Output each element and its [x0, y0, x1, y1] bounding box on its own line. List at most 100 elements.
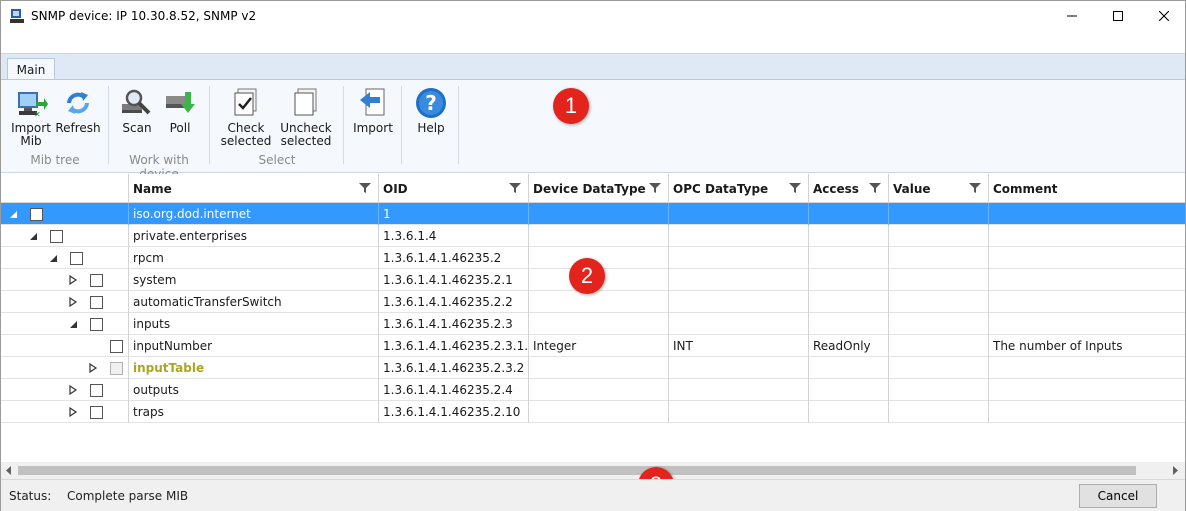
opc-datatype-cell — [669, 379, 809, 401]
header-name[interactable]: Name — [129, 174, 379, 203]
expanded-triangle-icon[interactable] — [68, 319, 78, 329]
row-checkbox[interactable] — [90, 318, 103, 331]
refresh-icon — [67, 92, 89, 114]
header-oid[interactable]: OID — [379, 174, 529, 203]
check-selected-button[interactable]: Check selected — [219, 86, 273, 148]
scroll-left-icon[interactable] — [5, 466, 13, 475]
filter-icon[interactable] — [869, 182, 881, 194]
row-checkbox[interactable] — [50, 230, 63, 243]
value-cell — [889, 335, 989, 357]
header-oid-label: OID — [383, 181, 408, 196]
row-checkbox[interactable] — [90, 384, 103, 397]
row-checkbox[interactable] — [30, 208, 43, 221]
filter-icon[interactable] — [649, 182, 661, 194]
group-separator — [209, 86, 210, 164]
name-cell: inputs — [129, 313, 379, 335]
grid-header: Name OID Device DataType OPC DataType Ac… — [1, 174, 1185, 203]
row-checkbox[interactable] — [90, 274, 103, 287]
import-label: Import — [353, 121, 393, 135]
collapsed-triangle-icon[interactable] — [68, 297, 78, 307]
tree-cell — [1, 247, 129, 269]
minimize-button[interactable] — [1049, 1, 1095, 31]
access-cell — [809, 379, 889, 401]
oid-cell: 1.3.6.1.4.1.46235.2.1 — [379, 269, 529, 291]
filter-icon[interactable] — [509, 182, 521, 194]
table-row[interactable]: outputs 1.3.6.1.4.1.46235.2.4 — [1, 379, 1185, 401]
table-row[interactable]: inputNumber 1.3.6.1.4.1.46235.2.3.1.0 In… — [1, 335, 1185, 357]
row-checkbox[interactable] — [90, 296, 103, 309]
device-datatype-cell — [529, 203, 669, 225]
tab-main[interactable]: Main — [7, 58, 55, 80]
help-icon: ? — [416, 88, 446, 118]
name-cell: traps — [129, 401, 379, 423]
uncheck-selected-button[interactable]: Uncheck selected — [277, 86, 335, 148]
comment-cell — [989, 379, 1185, 401]
header-access[interactable]: Access — [809, 174, 889, 203]
row-checkbox[interactable] — [110, 340, 123, 353]
poll-icon — [166, 92, 195, 113]
import-mib-label-2: Mib — [20, 134, 42, 148]
header-opc-datatype[interactable]: OPC DataType — [669, 174, 809, 203]
table-row[interactable]: inputTable 1.3.6.1.4.1.46235.2.3.2 — [1, 357, 1185, 379]
row-checkbox[interactable] — [110, 362, 123, 375]
table-row[interactable]: traps 1.3.6.1.4.1.46235.2.10 — [1, 401, 1185, 423]
table-row[interactable]: inputs 1.3.6.1.4.1.46235.2.3 — [1, 313, 1185, 335]
device-datatype-cell — [529, 379, 669, 401]
expanded-triangle-icon[interactable] — [48, 253, 58, 263]
expanded-triangle-icon[interactable] — [28, 231, 38, 241]
comment-cell — [989, 225, 1185, 247]
horizontal-scrollbar[interactable] — [1, 462, 1185, 479]
value-cell — [889, 291, 989, 313]
help-button[interactable]: ? Help — [409, 86, 453, 135]
mib-tree-grid[interactable]: Name OID Device DataType OPC DataType Ac… — [1, 174, 1185, 462]
collapsed-triangle-icon[interactable] — [68, 275, 78, 285]
annotation-badge-2: 2 — [569, 258, 605, 294]
row-checkbox[interactable] — [90, 406, 103, 419]
access-cell — [809, 247, 889, 269]
close-button[interactable] — [1141, 1, 1186, 31]
header-value[interactable]: Value — [889, 174, 989, 203]
value-cell — [889, 357, 989, 379]
snmp-device-window: SNMP device: IP 10.30.8.52, SNMP v2 Main — [0, 0, 1186, 511]
filter-icon[interactable] — [969, 182, 981, 194]
name-cell: inputNumber — [129, 335, 379, 357]
filter-icon[interactable] — [789, 182, 801, 194]
tree-cell — [1, 357, 129, 379]
collapsed-triangle-icon[interactable] — [68, 385, 78, 395]
maximize-button[interactable] — [1095, 1, 1141, 31]
device-datatype-cell — [529, 401, 669, 423]
svg-text:✕: ✕ — [34, 110, 41, 119]
header-comment[interactable]: Comment — [989, 174, 1185, 203]
scroll-right-icon[interactable] — [1171, 466, 1179, 475]
collapsed-triangle-icon[interactable] — [68, 407, 78, 417]
header-device-datatype[interactable]: Device DataType — [529, 174, 669, 203]
status-bar: Status: Complete parse MIB Cancel — [1, 479, 1185, 511]
cancel-button[interactable]: Cancel — [1079, 484, 1157, 508]
oid-cell: 1.3.6.1.4.1.46235.2.3.2 — [379, 357, 529, 379]
table-row[interactable]: automaticTransferSwitch 1.3.6.1.4.1.4623… — [1, 291, 1185, 313]
poll-button[interactable]: Poll — [159, 86, 201, 135]
table-row[interactable]: private.enterprises 1.3.6.1.4 — [1, 225, 1185, 247]
name-cell: inputTable — [129, 357, 379, 379]
maximize-icon — [1113, 11, 1123, 21]
tree-cell — [1, 203, 129, 225]
value-cell — [889, 203, 989, 225]
table-row[interactable]: iso.org.dod.internet 1 — [1, 203, 1185, 225]
scan-button[interactable]: Scan — [116, 86, 158, 135]
refresh-button[interactable]: Refresh — [55, 86, 101, 135]
import-button[interactable]: Import — [351, 86, 395, 135]
tree-cell — [1, 269, 129, 291]
expanded-triangle-icon[interactable] — [8, 209, 18, 219]
scrollbar-thumb[interactable] — [18, 466, 1136, 475]
row-checkbox[interactable] — [70, 252, 83, 265]
oid-cell: 1.3.6.1.4.1.46235.2.10 — [379, 401, 529, 423]
comment-cell — [989, 247, 1185, 269]
device-datatype-cell — [529, 313, 669, 335]
filter-icon[interactable] — [359, 182, 371, 194]
collapsed-triangle-icon[interactable] — [88, 363, 98, 373]
header-tree-column — [1, 174, 129, 203]
group-separator — [458, 86, 459, 164]
import-mib-button[interactable]: ✕ Import Mib — [9, 86, 53, 148]
annotation-badge-1: 1 — [553, 88, 589, 124]
comment-cell — [989, 357, 1185, 379]
